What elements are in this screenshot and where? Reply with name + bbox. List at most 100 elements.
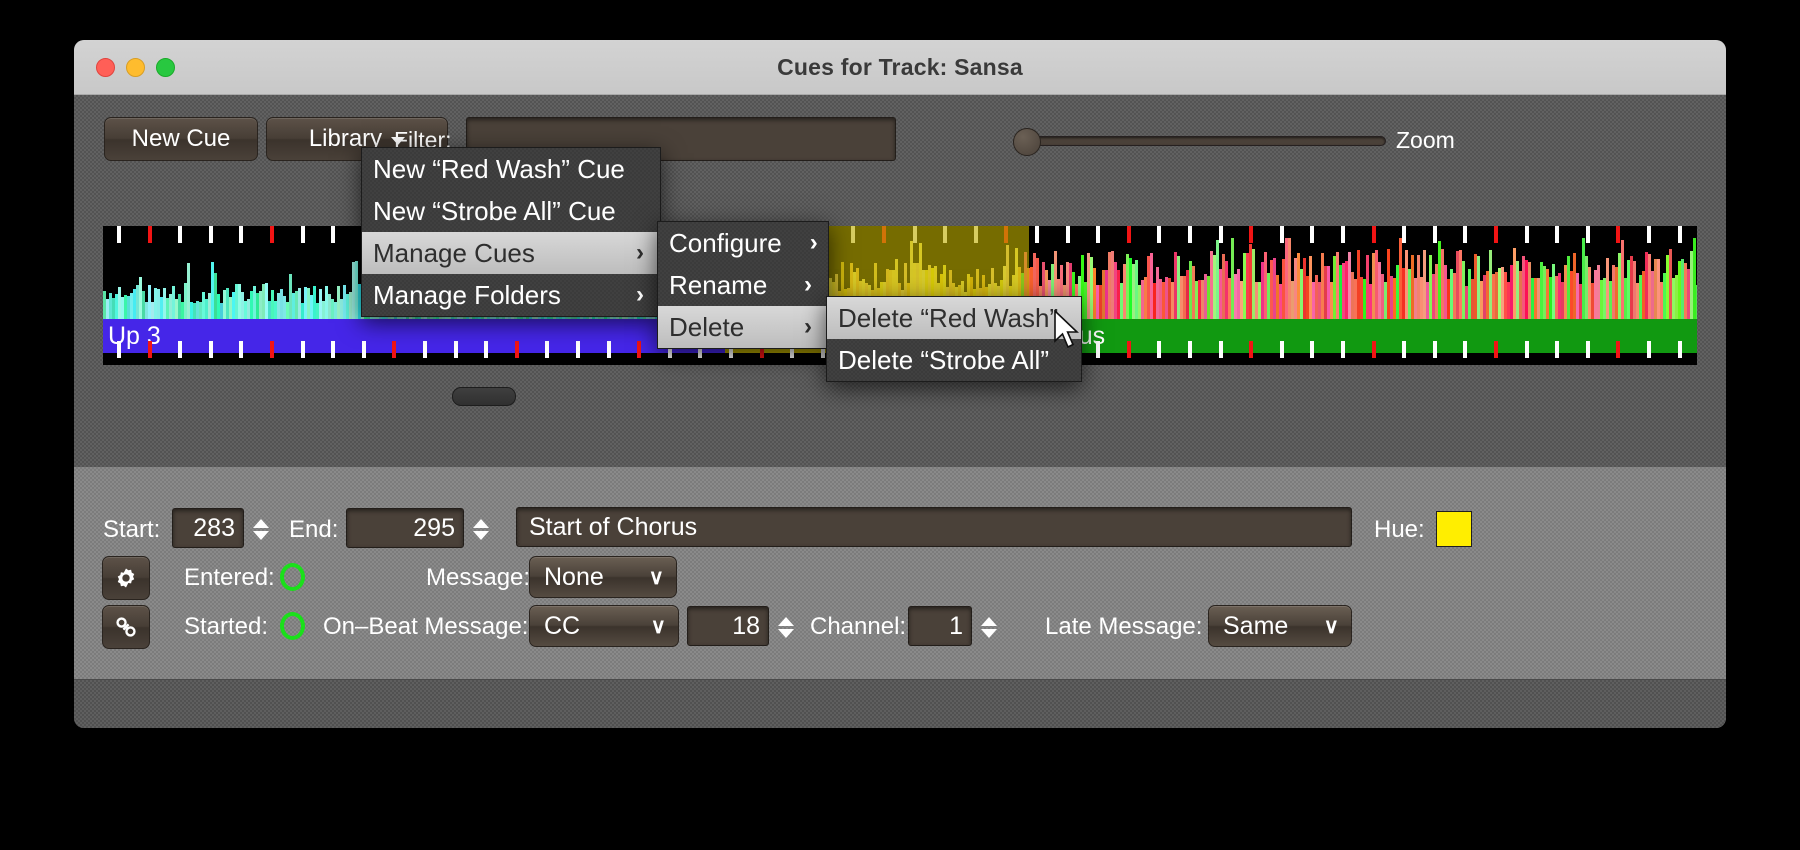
beat-marker: [1402, 341, 1407, 358]
beat-marker: [208, 341, 213, 358]
zoom-button[interactable]: [156, 57, 175, 77]
chevron-down-icon: [253, 530, 269, 540]
beat-marker: [423, 341, 427, 358]
comment-input[interactable]: Start of Chorus: [516, 507, 1352, 547]
downbeat-marker: [1126, 226, 1131, 243]
library-dropdown-menu[interactable]: New “Red Wash” Cue New “Strobe All” Cue Ma…: [361, 147, 661, 317]
late-message-value: Same: [1223, 611, 1289, 640]
beat-marker: [1463, 341, 1468, 358]
late-message-label: Late Message:: [1045, 613, 1203, 640]
link-icon: [116, 617, 136, 637]
end-stepper[interactable]: [470, 510, 492, 548]
menu-item[interactable]: Delete “Red Wash”: [827, 297, 1081, 339]
delete-submenu[interactable]: Delete “Red Wash” Delete “Strobe All”: [826, 296, 1082, 382]
form-row-entered: Entered: Message: None ∨: [74, 556, 1726, 600]
new-cue-button[interactable]: New Cue: [104, 117, 258, 161]
menu-item[interactable]: New “Red Wash” Cue: [362, 148, 660, 190]
screen: Cues for Track: Sansa New Cue Library Fi…: [0, 0, 1800, 850]
menu-item-label: Delete “Strobe All”: [838, 344, 1049, 375]
end-input[interactable]: 295: [346, 508, 464, 548]
channel-input[interactable]: 1: [908, 606, 972, 646]
beat-marker: [1188, 226, 1192, 243]
menu-item[interactable]: New “Strobe All” Cue: [362, 190, 660, 232]
started-label: Started:: [184, 613, 269, 640]
menu-item[interactable]: Rename ›: [658, 264, 828, 306]
chevron-up-icon: [473, 518, 489, 528]
chevron-down-icon: ∨: [1323, 614, 1339, 638]
late-message-select[interactable]: Same ∨: [1208, 605, 1352, 647]
onbeat-number-input[interactable]: 18: [687, 606, 769, 646]
beat-marker: [1310, 226, 1315, 243]
downbeat-marker: [514, 341, 519, 358]
zoom-slider-track[interactable]: [1017, 136, 1386, 146]
zoom-slider-thumb[interactable]: [1013, 128, 1041, 156]
beat-marker: [453, 341, 458, 358]
downbeat-marker: [1616, 226, 1621, 243]
downbeat-marker: [1249, 341, 1254, 358]
beat-marker: [208, 226, 213, 243]
hue-swatch[interactable]: [1436, 511, 1472, 547]
menu-item[interactable]: Delete ›: [658, 306, 828, 348]
downbeat-marker: [147, 341, 152, 358]
chevron-right-icon: ›: [636, 239, 644, 266]
menu-item[interactable]: Delete “Strobe All”: [827, 339, 1081, 381]
onbeat-number-stepper[interactable]: [775, 608, 797, 646]
new-cue-label: New Cue: [131, 125, 231, 152]
start-stepper[interactable]: [250, 510, 272, 548]
beat-marker: [1157, 341, 1162, 358]
beat-marker: [1310, 341, 1315, 358]
beat-marker: [361, 341, 366, 358]
beat-marker: [1188, 341, 1192, 358]
menu-item-label: New “Red Wash” Cue: [373, 153, 625, 184]
beat-marker: [576, 341, 580, 358]
mouse-cursor: [1054, 310, 1079, 349]
bottom-panel: [74, 679, 1726, 728]
manage-cues-submenu[interactable]: Configure › Rename › Delete ›: [657, 221, 829, 349]
downbeat-marker: [1616, 341, 1621, 358]
gear-button[interactable]: [102, 556, 150, 600]
downbeat-marker: [1371, 341, 1376, 358]
beat-marker: [1065, 226, 1070, 243]
chevron-right-icon: ›: [636, 281, 644, 308]
downbeat-marker: [1126, 341, 1131, 358]
beat-marker: [1555, 341, 1560, 358]
chevron-down-icon: [778, 628, 794, 638]
downbeat-marker: [1494, 226, 1498, 243]
beat-marker: [1279, 226, 1284, 243]
onbeat-message-select[interactable]: CC ∨: [529, 605, 679, 647]
beat-marker: [239, 341, 244, 358]
chevron-down-icon: ∨: [650, 614, 666, 638]
beat-marker: [1585, 226, 1590, 243]
minimize-button[interactable]: [126, 57, 145, 77]
beat-marker: [1157, 226, 1162, 243]
downbeat-marker: [270, 341, 274, 358]
menu-item-label: Delete: [669, 311, 745, 342]
beat-marker: [1432, 341, 1437, 358]
message-select[interactable]: None ∨: [529, 556, 677, 598]
menu-item[interactable]: Manage Cues ›: [362, 232, 660, 274]
channel-stepper[interactable]: [978, 608, 1000, 646]
zoom-label: Zoom: [1396, 127, 1455, 153]
beat-marker: [117, 226, 121, 243]
beat-marker: [1218, 226, 1223, 243]
beat-marker: [1432, 226, 1437, 243]
start-label: Start:: [103, 516, 161, 543]
beat-marker: [300, 226, 305, 243]
chevron-up-icon: [253, 518, 269, 528]
downbeat-marker: [392, 341, 397, 358]
menu-item[interactable]: Configure ›: [658, 222, 828, 264]
menu-item[interactable]: Manage Folders ›: [362, 274, 660, 316]
waveform-scroll-handle[interactable]: [452, 387, 516, 406]
hue-label: Hue:: [1374, 516, 1425, 543]
link-button[interactable]: [102, 605, 150, 649]
beat-marker: [178, 341, 183, 358]
menu-item-label: Manage Folders: [373, 279, 561, 310]
beat-marker: [1341, 226, 1345, 243]
window-controls: [96, 40, 175, 94]
start-input[interactable]: 283: [172, 508, 244, 548]
menu-item-label: Rename: [669, 269, 768, 300]
close-button[interactable]: [96, 57, 115, 77]
beat-marker: [606, 341, 611, 358]
menu-item-label: Delete “Red Wash”: [838, 302, 1059, 333]
beat-marker: [1524, 341, 1529, 358]
